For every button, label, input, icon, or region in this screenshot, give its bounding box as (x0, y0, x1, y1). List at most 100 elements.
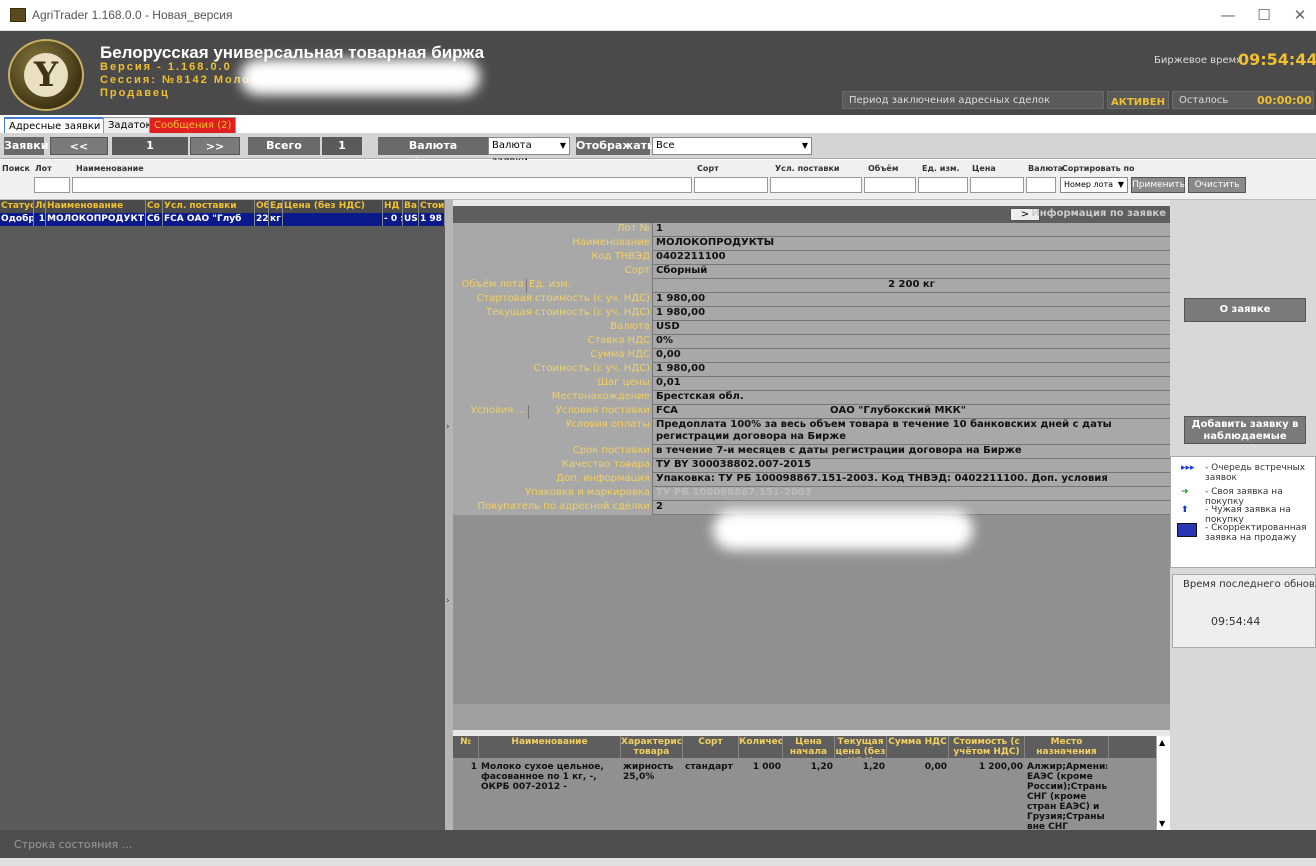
item-cell: 0,00 (924, 762, 947, 772)
col-cost[interactable]: Стои (419, 200, 445, 213)
items-scrollbar[interactable]: ▲ ▼ (1156, 736, 1170, 830)
col-volume[interactable]: Об (255, 200, 269, 213)
items-col-header[interactable]: Место назначения (1025, 736, 1109, 758)
col-status[interactable]: Статус (0, 200, 34, 213)
add-to-watchlist-button[interactable]: Добавить заявку в наблюдаемые (1184, 416, 1306, 444)
col-lot[interactable]: Лс (34, 200, 46, 213)
sort-by-value: Номер лота (1064, 180, 1114, 189)
last-update-label: Время последнего обновления (1183, 579, 1316, 590)
page-number: 1 (112, 137, 188, 155)
detail-value: ОАО "Глубокский МКК" (830, 405, 967, 416)
sort-by-select[interactable]: Номер лота ▼ (1060, 177, 1128, 193)
items-col-header[interactable]: Стоимость (с учётом НДС) (949, 736, 1025, 758)
chevron-down-icon: ▼ (559, 141, 566, 150)
col-unit[interactable]: Ед (269, 200, 283, 213)
detail-label: Текущая стоимость (с уч. НДС) (453, 307, 653, 321)
items-col-header[interactable]: Наименование (479, 736, 621, 758)
detail-value: 1 980,00 (656, 363, 706, 374)
detail-label: Местонахождение (453, 391, 653, 405)
app-icon (10, 8, 26, 22)
detail-value: USD (656, 321, 680, 332)
detail-label: Сумма НДС (453, 349, 653, 363)
currency-select[interactable]: Валюта заявки▼ (488, 137, 570, 167)
clear-button[interactable]: Очистить (1188, 177, 1246, 193)
app-header: Y Белорусская универсальная товарная бир… (0, 31, 1316, 115)
detail-row: Условия оплаты Предоплата 100% за весь об… (453, 419, 1170, 445)
apply-button[interactable]: Применить (1131, 177, 1185, 193)
col-name[interactable]: Наименование (46, 200, 146, 213)
col-delivery[interactable]: Усл. поставки (163, 200, 255, 213)
remaining-time: 00:00:00 (1257, 94, 1312, 107)
chevron-right-icon[interactable]: › (446, 596, 450, 606)
color-swatch-icon (1177, 523, 1197, 537)
item-cell: 1 (470, 762, 477, 772)
detail-row: Местонахождение Брестская обл. (453, 391, 1170, 405)
lot-filter-input[interactable] (34, 177, 70, 193)
about-request-button[interactable]: О заявке (1184, 298, 1306, 322)
legend-text: - Скорректированная заявка на продажу (1205, 523, 1307, 543)
currency-filter-input[interactable] (1026, 177, 1056, 193)
col-sort[interactable]: Со (146, 200, 163, 213)
detail-label: Лот № (453, 223, 653, 237)
tab-messages[interactable]: Сообщения (2) (149, 117, 237, 133)
items-col-header[interactable]: № (453, 736, 479, 758)
detail-label: Наименование (453, 237, 653, 251)
unit-filter-input[interactable] (918, 177, 968, 193)
chevron-down-icon[interactable]: ▼ (1159, 819, 1165, 828)
items-col-header[interactable]: Количество (739, 736, 783, 758)
item-cell: жирность 25,0% (623, 762, 674, 782)
items-col-header[interactable]: Цена начала торгов (783, 736, 835, 758)
panel-splitter[interactable]: › › (445, 200, 453, 830)
bottom-edge (0, 858, 1316, 866)
col-price[interactable]: Цена (без НДС) (283, 200, 383, 213)
detail-row: Текущая стоимость (с уч. НДС) 1 980,00 (453, 307, 1170, 321)
detail-label: Покупатель по адресной сделки (453, 501, 653, 515)
window-title-bar: AgriTrader 1.168.0.0 - Новая_версия — ☐ … (0, 0, 1316, 31)
col-vat[interactable]: НД (383, 200, 403, 213)
item-cell: 1,20 (862, 762, 885, 772)
show-select[interactable]: Все ▼ (652, 137, 812, 155)
sort-filter-input[interactable] (694, 177, 768, 193)
items-col-header[interactable]: Сорт (683, 736, 739, 758)
currency-filter-label: Валюта (1028, 164, 1064, 173)
next-page-button[interactable]: >> (190, 137, 240, 155)
role-label: Продавец (100, 87, 170, 99)
detail-row: Код ТНВЭД 0402211100 (453, 251, 1170, 265)
details-header: > Информация по заявке (453, 206, 1170, 223)
items-col-header[interactable]: Характеристика товара (621, 736, 683, 758)
prev-page-button[interactable]: << (50, 137, 108, 155)
item-cell: стандарт (685, 762, 733, 772)
name-filter-input[interactable] (72, 177, 692, 193)
tab-bar: Адресные заявки Задаток Сообщения (2) (0, 115, 1316, 133)
list-header: Статус Лс Наименование Со Усл. поставки … (0, 200, 445, 213)
requests-toolbar: Заявки << 1 >> Всего заявок 1 Валюта ото… (0, 133, 1316, 170)
exchange-logo: Y (8, 39, 84, 111)
detail-value: Сборный (656, 265, 708, 276)
price-filter-input[interactable] (970, 177, 1024, 193)
remaining-label: Осталось (1179, 95, 1229, 106)
maximize-button[interactable]: ☐ (1250, 4, 1278, 26)
item-cell: 1,20 (810, 762, 833, 772)
status-bar: Строка состояния ... (0, 830, 1316, 858)
row-sort: Сб (146, 213, 163, 226)
legend: ▸▸▸ - Очередь встречных заявок ➜ - Своя за… (1170, 456, 1316, 568)
tab-address-requests[interactable]: Адресные заявки (4, 117, 106, 133)
close-button[interactable]: ✕ (1286, 4, 1314, 26)
items-col-header[interactable]: Сумма НДС (887, 736, 949, 758)
col-currency[interactable]: Ва (403, 200, 419, 213)
filter-bar: Поиск Лот Наименование Сорт Усл. поставк… (0, 160, 1316, 200)
chevron-right-icon[interactable]: › (446, 422, 450, 432)
last-update-time: 09:54:44 (1211, 615, 1261, 628)
table-row[interactable]: Одобре 1 МОЛОКОПРОДУКТ Сб FCA ОАО "Глуб … (0, 213, 445, 226)
delivery-filter-input[interactable] (770, 177, 862, 193)
detail-value: 0,00 (656, 349, 681, 360)
detail-value: 0% (656, 335, 673, 346)
detail-row: Валюта USD (453, 321, 1170, 335)
items-col-header[interactable]: Текущая цена (без НДС) (835, 736, 887, 758)
minimize-button[interactable]: — (1214, 4, 1242, 26)
volume-filter-input[interactable] (864, 177, 916, 193)
row-volume: 22 (256, 213, 269, 226)
chevron-up-icon[interactable]: ▲ (1159, 738, 1165, 747)
detail-label: Валюта (453, 321, 653, 335)
detail-value: ТУ BY 300038802.007-2015 (656, 459, 812, 470)
